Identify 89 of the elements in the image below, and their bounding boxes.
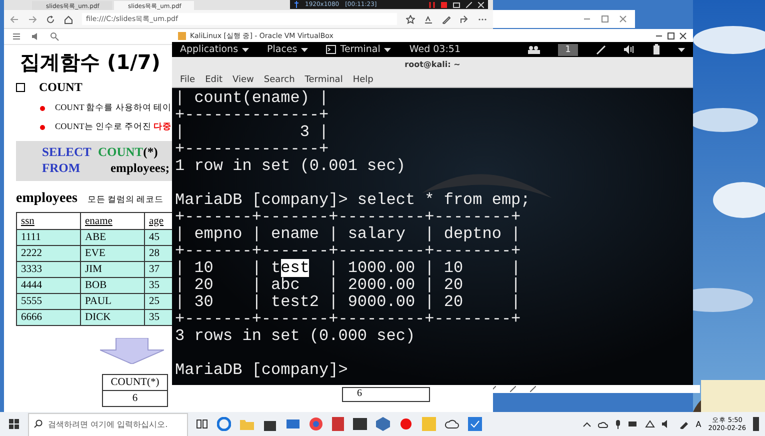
menu-item[interactable]: Search [264,74,295,84]
table-cell: 2222 [16,246,80,262]
terminal-line: MariaDB [company]> [175,362,349,379]
forward-icon[interactable] [28,14,37,24]
task-view-icon[interactable] [196,418,208,430]
cube-icon[interactable] [376,417,390,431]
pen-icon[interactable] [442,14,451,24]
panel-menu[interactable]: Terminal [326,44,392,55]
table-cell: 6 [342,387,430,402]
terminal-title: root@kali: ~ [172,57,693,72]
ime-indicator[interactable]: A [696,420,702,428]
people-icon[interactable] [528,45,540,54]
table-cell: BOB [80,278,144,294]
terminal-line: | count(ename) | [175,90,330,107]
terminal-line: 1 row in set (0.001 sec) [175,158,406,175]
bullet-text: COUNT 함수를 사용하여 테이 [55,102,172,114]
menu-item[interactable]: Terminal [304,74,343,84]
column-header: ename [80,212,144,230]
table-cell: PAUL [80,294,144,310]
bullet-icon [40,106,45,110]
down-arrow-icon [100,338,164,364]
camera-icon[interactable] [453,2,460,8]
table-cell: 6 [102,390,168,406]
stop-icon[interactable] [441,2,447,8]
note-text: 모든 컬럼의 레코드 [87,194,164,206]
microphone-icon[interactable] [614,420,621,428]
menu-item[interactable]: View [232,74,254,84]
column-header: ssn [16,212,80,230]
chevron-up-icon[interactable] [582,422,591,426]
search-field[interactable]: 검색하려면 여기에 입력하십시오. [28,412,188,436]
share-icon[interactable] [460,14,469,24]
panel-menu[interactable]: Applications [180,44,250,55]
menu-item[interactable]: Help [352,74,374,84]
terminal-line: 3 rows in set (0.000 sec) [175,328,416,345]
star-icon[interactable] [406,14,415,24]
workspace-indicator[interactable]: 1 [558,44,578,56]
pin-icon[interactable] [294,1,299,8]
clock[interactable]: Wed 03:51 [409,44,461,55]
table-cell: 5555 [16,294,80,310]
back-icon[interactable] [10,14,19,24]
maximize-icon[interactable] [667,32,675,40]
network-icon[interactable] [644,420,655,428]
table-cell: 1111 [16,230,80,246]
favorites-icon[interactable] [424,14,433,24]
read-aloud-icon[interactable] [31,32,40,41]
table-cell: DICK [80,310,144,326]
cloud-icon[interactable] [598,420,608,428]
app-icon [178,32,186,40]
bullet-text: COUNT는 인수로 주어진 다중 [55,121,172,133]
close-icon[interactable] [679,32,687,40]
browser-icon[interactable] [309,417,323,431]
battery-icon[interactable] [653,44,660,55]
terminal-line: +--------------+ [175,141,330,158]
slide-title: 집계함수 (1/7) [20,49,160,76]
caret-icon [678,48,685,52]
pen-icon[interactable] [678,420,689,428]
caret-icon [242,48,250,52]
caret-icon [384,48,392,52]
search-icon[interactable] [50,32,59,41]
terminal-line: | 3 | [175,124,330,141]
table-cell: ABE [80,230,144,246]
table-cell: COUNT(*) [102,374,168,390]
table-cell: EVE [80,246,144,262]
caret-icon [301,48,308,52]
mail-icon[interactable] [286,419,300,429]
checkbox-icon[interactable] [468,417,482,431]
record-icon[interactable] [399,417,413,431]
table-cell: 4444 [16,278,80,294]
table-cell: 3333 [16,262,80,278]
table-cell: 6666 [16,310,80,326]
bullet-icon [16,83,25,92]
slide-heading: COUNT [39,80,82,95]
contents-icon[interactable] [12,32,21,41]
home-icon[interactable] [64,14,73,24]
pause-icon[interactable] [429,2,435,8]
terminal-line: MariaDB [company]> select * from emp; [175,192,532,209]
refresh-icon[interactable] [46,14,55,24]
search-icon [34,419,43,428]
bullet-icon [40,124,45,130]
menu-item[interactable]: Edit [205,74,222,84]
cloud-icon[interactable] [445,418,459,430]
terminal-line: +--------------+ [175,107,330,124]
panel-menu[interactable]: Places [267,44,308,55]
volume-icon[interactable] [624,45,635,54]
table-cell: JIM [80,262,144,278]
table-name: employees [16,191,78,207]
menu-item[interactable]: File [180,74,196,84]
browser-icon[interactable] [217,417,231,431]
battery-icon[interactable] [628,421,638,427]
